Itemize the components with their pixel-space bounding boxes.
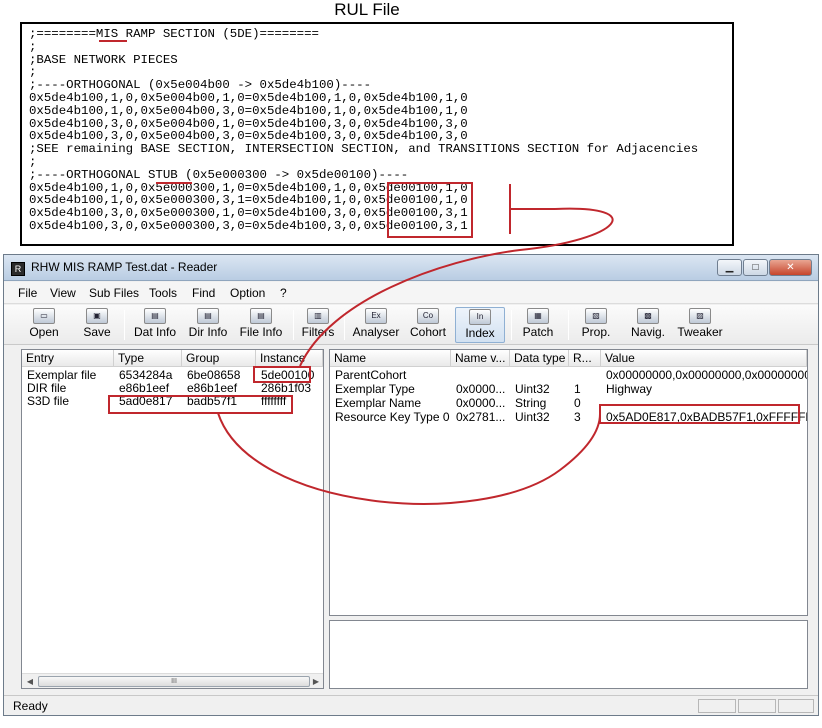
- table-row[interactable]: Exemplar file 6534284a 6be08658 5de00100: [22, 369, 323, 382]
- rul-line: 0x5de4b100,1,0,0x5e004b00,1,0=0x5de4b100…: [29, 90, 468, 105]
- entry-list[interactable]: Entry Type Group Instance Exemplar file …: [21, 349, 324, 689]
- tweaker-button[interactable]: ▨ Tweaker: [674, 307, 726, 343]
- table-row[interactable]: S3D file 5ad0e817 badb57f1 ffffffff: [22, 395, 323, 408]
- save-button[interactable]: ▣ Save: [78, 307, 116, 343]
- patch-button[interactable]: ▦ Patch: [518, 307, 558, 343]
- status-bar: Ready: [4, 695, 818, 715]
- column-header-type[interactable]: Type: [114, 350, 182, 367]
- table-row[interactable]: DIR file e86b1eef e86b1eef 286b1f03: [22, 382, 323, 395]
- table-row[interactable]: Resource Key Type 0 0x2781... Uint32 3 0…: [330, 411, 807, 424]
- filters-button[interactable]: ▥ Filters: [298, 307, 338, 343]
- property-list[interactable]: Name Name v... Data type R... Value Pare…: [329, 349, 808, 616]
- scroll-left-icon[interactable]: ◀: [23, 676, 37, 687]
- rul-file-text: ;========MIS RAMP SECTION (5DE)========;…: [29, 28, 698, 233]
- menu-tools[interactable]: Tools: [149, 286, 177, 300]
- rul-line: ;========MIS RAMP SECTION (5DE)========: [29, 27, 319, 41]
- filters-icon: ▥: [307, 308, 329, 324]
- table-row[interactable]: Exemplar Type 0x0000... Uint32 1 Highway: [330, 383, 807, 396]
- menu-find[interactable]: Find: [192, 286, 215, 300]
- open-button[interactable]: ▭ Open: [24, 307, 64, 343]
- column-header-group[interactable]: Group: [182, 350, 256, 367]
- maximize-button[interactable]: □: [743, 259, 768, 276]
- status-text: Ready: [13, 699, 48, 713]
- navigator-icon: ▩: [637, 308, 659, 324]
- column-header-data-type[interactable]: Data type: [510, 350, 569, 367]
- menu-option[interactable]: Option: [230, 286, 265, 300]
- patch-icon: ▦: [527, 308, 549, 324]
- rul-file-panel: ;========MIS RAMP SECTION (5DE)========;…: [20, 22, 734, 246]
- horizontal-scrollbar[interactable]: ◀ III ▶: [22, 673, 323, 688]
- file-info-icon: ▤: [250, 308, 272, 324]
- app-icon: R: [11, 262, 25, 276]
- tweaker-icon: ▨: [689, 308, 711, 324]
- scroll-thumb[interactable]: III: [38, 676, 310, 687]
- analyser-button[interactable]: Ex Analyser: [350, 307, 402, 343]
- rul-line: ;SEE remaining BASE SECTION, INTERSECTIO…: [29, 142, 699, 157]
- menu-sub-files[interactable]: Sub Files: [89, 286, 139, 300]
- open-folder-icon: ▭: [33, 308, 55, 324]
- status-panel: [738, 699, 776, 713]
- scroll-right-icon[interactable]: ▶: [309, 676, 323, 687]
- save-disk-icon: ▣: [86, 308, 108, 324]
- menu-help[interactable]: ?: [280, 286, 287, 300]
- dat-info-button[interactable]: ▤ Dat Info: [131, 307, 179, 343]
- index-button[interactable]: In Index: [455, 307, 505, 343]
- column-header-instance[interactable]: Instance: [256, 350, 323, 367]
- rul-line: ;BASE NETWORK PIECES: [29, 52, 178, 67]
- toolbar-separator: [293, 310, 294, 340]
- table-row[interactable]: Exemplar Name 0x0000... String 0: [330, 397, 807, 410]
- rul-line: ;: [29, 39, 37, 54]
- status-panel: [698, 699, 736, 713]
- window-title: RHW MIS RAMP Test.dat - Reader: [31, 260, 218, 274]
- rul-line: ;----ORTHOGONAL STUB (0x5e000300 -> 0x5d…: [29, 167, 409, 182]
- details-pane[interactable]: [329, 620, 808, 689]
- rul-line: 0x5de4b100,3,0,0x5e000300,3,0=0x5de4b100…: [29, 218, 468, 233]
- column-header-name[interactable]: Name: [330, 350, 451, 367]
- menu-bar: File View Sub Files Tools Find Option ?: [4, 282, 818, 304]
- navigator-button[interactable]: ▩ Navig.: [626, 307, 670, 343]
- properties-icon: ▧: [585, 308, 607, 324]
- file-info-button[interactable]: ▤ File Info: [236, 307, 286, 343]
- column-header-rep[interactable]: R...: [569, 350, 601, 367]
- toolbar-separator: [568, 310, 569, 340]
- toolbar-separator: [124, 310, 125, 340]
- dat-info-icon: ▤: [144, 308, 166, 324]
- toolbar-separator: [344, 310, 345, 340]
- status-panel: [778, 699, 814, 713]
- column-header-value[interactable]: Value: [601, 350, 807, 367]
- table-row[interactable]: ParentCohort 0x00000000,0x00000000,0x000…: [330, 369, 807, 382]
- dir-info-button[interactable]: ▤ Dir Info: [184, 307, 232, 343]
- reader-window: R RHW MIS RAMP Test.dat - Reader ▁ □ ✕ F…: [3, 254, 819, 716]
- property-panel: Name Name v... Data type R... Value Pare…: [329, 349, 808, 689]
- title-bar[interactable]: R RHW MIS RAMP Test.dat - Reader ▁ □ ✕: [4, 255, 818, 281]
- menu-view[interactable]: View: [50, 286, 76, 300]
- close-button[interactable]: ✕: [769, 259, 812, 276]
- cohort-icon: Co: [417, 308, 439, 324]
- properties-button[interactable]: ▧ Prop.: [576, 307, 616, 343]
- rul-file-title: RUL File: [334, 0, 400, 19]
- index-icon: In: [469, 309, 491, 325]
- menu-file[interactable]: File: [18, 286, 37, 300]
- column-header-entry[interactable]: Entry: [22, 350, 114, 367]
- rul-line: ;: [29, 154, 37, 169]
- rul-line: 0x5de4b100,1,0,0x5e004b00,3,0=0x5de4b100…: [29, 103, 468, 118]
- toolbar: ▭ Open ▣ Save ▤ Dat Info ▤ Dir Info ▤ Fi…: [4, 305, 818, 345]
- cohort-button[interactable]: Co Cohort: [406, 307, 450, 343]
- toolbar-separator: [511, 310, 512, 340]
- dir-info-icon: ▤: [197, 308, 219, 324]
- analyser-icon: Ex: [365, 308, 387, 324]
- column-header-name-value[interactable]: Name v...: [451, 350, 510, 367]
- minimize-button[interactable]: ▁: [717, 259, 742, 276]
